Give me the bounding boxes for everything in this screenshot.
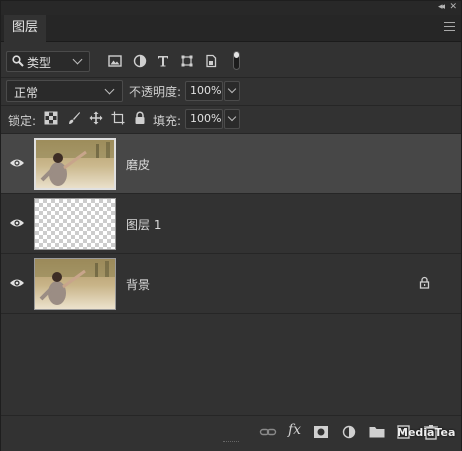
shape-filter-icon[interactable] — [179, 53, 195, 69]
opacity-label: 不透明度: — [129, 85, 182, 99]
close-panel-button[interactable]: ✕ — [449, 1, 457, 15]
photo-thumbnail-image — [36, 140, 114, 188]
layer-thumbnail — [34, 138, 116, 190]
blend-mode-select[interactable]: 正常 — [6, 80, 123, 102]
lock-label: 锁定: — [8, 114, 37, 128]
blend-mode-value: 正常 — [14, 86, 39, 100]
lock-icon[interactable] — [419, 276, 430, 289]
eye-icon[interactable] — [9, 217, 25, 229]
lock-image-icon[interactable] — [67, 111, 81, 125]
divider — [1, 77, 461, 78]
tab-layers[interactable]: 图层 — [4, 15, 46, 42]
smart-object-filter-icon[interactable] — [203, 53, 219, 69]
fx-icon[interactable]: fx — [288, 422, 301, 438]
fill-label: 填充: — [153, 114, 182, 128]
fill-dropdown-button[interactable] — [224, 109, 240, 129]
watermark-text: MediaTea — [397, 426, 456, 439]
layer-row[interactable]: 背景 — [1, 254, 461, 314]
layer-filter-row: 类型 — [1, 49, 461, 75]
adjustment-filter-icon[interactable] — [132, 53, 148, 69]
type-filter-icon[interactable] — [155, 53, 171, 69]
opacity-input[interactable]: 100% — [185, 81, 223, 101]
opacity-dropdown-button[interactable] — [224, 81, 240, 101]
lock-row: 锁定: 填充: 100% — [1, 107, 461, 131]
divider — [1, 105, 461, 106]
layer-name[interactable]: 背景 — [126, 276, 150, 293]
fill-input[interactable]: 100% — [185, 109, 223, 129]
add-mask-icon[interactable] — [312, 424, 330, 440]
search-icon — [12, 55, 24, 67]
lock-transparent-icon[interactable] — [44, 111, 58, 125]
chevron-down-icon — [227, 112, 237, 122]
layer-name[interactable]: 磨皮 — [126, 156, 150, 173]
filter-toggle-switch[interactable] — [233, 51, 240, 70]
layer-row[interactable]: 磨皮 — [1, 134, 461, 194]
layer-thumbnail — [34, 198, 116, 250]
photo-thumbnail-image — [35, 259, 115, 309]
panel-menu-icon[interactable] — [444, 22, 455, 31]
filter-kind-select[interactable]: 类型 — [6, 51, 90, 72]
chevron-down-icon — [227, 84, 237, 94]
layer-name[interactable]: 图层 1 — [126, 216, 161, 233]
lock-position-icon[interactable] — [89, 111, 103, 125]
filter-kind-label: 类型 — [27, 56, 52, 70]
lock-all-icon[interactable] — [133, 111, 147, 125]
layer-row[interactable]: 图层 1 — [1, 194, 461, 254]
link-layers-icon[interactable] — [259, 424, 277, 440]
group-folder-icon[interactable] — [368, 424, 386, 440]
lock-artboard-icon[interactable] — [111, 111, 125, 125]
layers-panel: ◂◂ ✕ 图层 类型 正常 不透明度: 100% 锁定: 填充: 100% 磨皮… — [0, 0, 462, 451]
chevron-down-icon — [104, 84, 115, 95]
collapse-panel-button[interactable]: ◂◂ — [438, 1, 445, 15]
eye-icon[interactable] — [9, 277, 25, 289]
eye-icon[interactable] — [9, 157, 25, 169]
panel-tab-strip: 图层 — [1, 15, 461, 42]
layers-bottom-toolbar: fx MediaTea — [1, 415, 461, 451]
panel-resize-grip[interactable] — [223, 441, 239, 444]
image-filter-icon[interactable] — [107, 53, 123, 69]
blend-row: 正常 不透明度: 100% — [1, 79, 461, 103]
layer-thumbnail — [34, 258, 116, 310]
chevron-down-icon — [72, 54, 83, 65]
panel-title-bar: ◂◂ ✕ — [1, 1, 461, 15]
adjustment-layer-icon[interactable] — [340, 424, 358, 440]
transparency-checkerboard — [35, 199, 115, 249]
